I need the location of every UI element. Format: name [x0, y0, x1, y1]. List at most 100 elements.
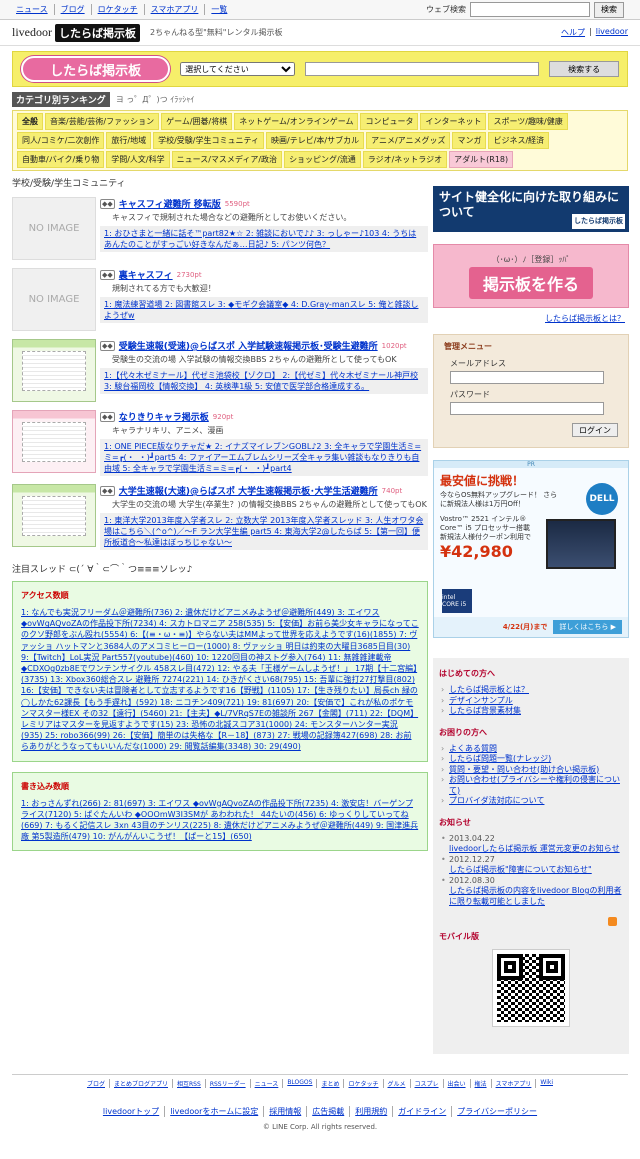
site-logo[interactable]: livedoor したらば掲示板 [12, 23, 140, 42]
footer-service-link[interactable]: 権法 [471, 1079, 492, 1088]
board-search-button[interactable]: 検索する [549, 61, 619, 77]
board-name[interactable]: 大学生速報(大速)@らばスポ 大学生速報掲示板･大学生活避難所 [119, 484, 378, 497]
sidebar-link[interactable]: したらば問題一覧(ナレッジ) [449, 754, 551, 763]
sidebar-link[interactable]: よくある質問 [449, 744, 497, 753]
livedoor-link[interactable]: livedoor [596, 27, 628, 38]
category-select[interactable]: 選択してください [180, 62, 295, 76]
news-link[interactable]: livedoorしたらば掲示板 運営元変更のお知らせ [449, 844, 620, 853]
thumbnail-preview-icon [22, 421, 86, 462]
section-title: 学校/受験/学生コミュニティ [12, 179, 126, 189]
footer-service-link[interactable]: Wiki [536, 1079, 557, 1088]
footer-corporate-link[interactable]: 採用情報 [264, 1106, 308, 1117]
ad-subtitle: 今ならOS無料アップグレード！ さらに新規法人様は1万円Off！ [440, 491, 558, 508]
category-tab[interactable]: ショッピング/流通 [284, 151, 361, 168]
category-tab[interactable]: インターネット [420, 113, 487, 130]
board-thumbnail[interactable] [12, 410, 96, 473]
footer-corporate-link[interactable]: プライバシーポリシー [452, 1106, 542, 1117]
ad-more-button[interactable]: 詳しくはこちら ▶ [553, 620, 622, 634]
news-link[interactable]: したらば掲示板"障害についてお知らせ" [449, 865, 592, 874]
write-ranking-list[interactable]: 1: おっさんずれ(266) 2: 81(697) 3: エイワス ◆ovWgA… [21, 798, 419, 843]
board-thread-links[interactable]: 1: 魔法練習道場 2: 図書館スレ 3: ◆モギク会議室◆ 4: D.Gray… [104, 300, 418, 320]
news-date: 2012.08.30 [449, 875, 495, 885]
footer-service-link[interactable]: 出会い [444, 1079, 471, 1088]
footer-corporate-link[interactable]: livedoorをホームに設定 [165, 1106, 265, 1117]
footer-service-link[interactable]: まとめブログアプリ [110, 1079, 174, 1088]
footer-service-link[interactable]: RSSリーダー [206, 1079, 251, 1088]
category-tab[interactable]: ニュース/マスメディア/政治 [171, 151, 283, 168]
category-tab[interactable]: 学問/人文/科学 [106, 151, 170, 168]
category-tab[interactable]: アニメ/アニメグッズ [366, 132, 451, 149]
web-search-input[interactable] [470, 2, 590, 17]
footer-service-link[interactable]: ロケタッチ [344, 1079, 384, 1088]
footer-service-link[interactable]: グルメ [384, 1079, 411, 1088]
category-tab[interactable]: ビジネス/経済 [488, 132, 550, 149]
board-name[interactable]: キャスフィ避難所 移転版 [119, 197, 221, 210]
board-thread-links[interactable]: 1: ONE PIECE版なりチャだ★ 2: イナズマイレブンGOBL♪2 3:… [104, 442, 421, 473]
board-name[interactable]: 裏キャスフィ [119, 268, 173, 281]
category-tab[interactable]: コンピュータ [360, 113, 419, 130]
category-tab[interactable]: 映画/テレビ/本/サブカル [266, 132, 365, 149]
sidebar-link[interactable]: したらば掲示板とは？ [449, 685, 529, 694]
category-tab[interactable]: 旅行/地域 [106, 132, 152, 149]
top-nav-link[interactable]: 一覧 [205, 4, 233, 15]
rss-icon[interactable] [608, 917, 617, 926]
sidebar-link[interactable]: プロバイダ法対応について [449, 796, 544, 805]
footer-corporate-link[interactable]: 利用規約 [350, 1106, 394, 1117]
banner-logo[interactable]: したらば掲示板 [21, 56, 171, 82]
password-field[interactable] [450, 402, 604, 415]
board-name[interactable]: 受験生速報(受速)@らばスポ 入学試験速報掲示板･受験生避難所 [119, 339, 378, 352]
sidebar-link[interactable]: 質問・要望・問い合わせ(助け合い掲示板) [449, 765, 599, 774]
board-name[interactable]: なりきりキャラ掲示板 [119, 410, 209, 423]
main-content: 学校/受験/学生コミュニティ NO IMAGE ◆◆ キャスフィ避難所 移転版 559… [12, 176, 428, 861]
board-thumbnail[interactable]: NO IMAGE [12, 197, 96, 260]
sidebar-link[interactable]: デザインサンプル [449, 696, 513, 705]
top-nav-link[interactable]: ロケタッチ [92, 4, 145, 15]
health-banner[interactable]: サイト健全化に向けた取り組みについて したらば掲示板 [433, 186, 629, 232]
email-field[interactable] [450, 371, 604, 384]
category-tab[interactable]: ラジオ/ネットラジオ [362, 151, 448, 168]
board-search-input[interactable] [304, 62, 540, 76]
web-search-button[interactable]: 検索 [594, 1, 624, 18]
sidebar-link[interactable]: お問い合わせ(プライバシーや権利の侵害について) [449, 775, 620, 795]
top-nav-link[interactable]: ブログ [55, 4, 92, 15]
footer-service-link[interactable]: まとめ [317, 1079, 345, 1088]
footer-service-link[interactable]: ブログ [83, 1079, 110, 1088]
footer-service-link[interactable]: コスプレ [411, 1079, 444, 1088]
sidebar-link-item: したらば掲示板とは？ [439, 685, 623, 696]
category-tab[interactable]: 音楽/芸能/芸術/ファッション [45, 113, 160, 130]
category-tab[interactable]: マンガ [452, 132, 487, 149]
category-tab[interactable]: ネットゲーム/オンラインゲーム [234, 113, 359, 130]
category-tab[interactable]: 同人/コミケ/二次創作 [17, 132, 105, 149]
board-thread-links[interactable]: 1: 東洋大学2013年度入学者スレ 2: 立数大学 2013年度入学者スレッド… [104, 516, 423, 547]
what-is-link[interactable]: したらば掲示板とは？ [545, 314, 625, 323]
footer-corporate-link[interactable]: ガイドライン [393, 1106, 453, 1117]
board-thread-links[interactable]: 1:【代々木ゼミナール】代ゼミ池袋校【ゾクロ】 2:【代ゼミ】代々木ゼミナール神… [104, 371, 418, 391]
login-button[interactable]: ログイン [572, 423, 618, 437]
category-tab[interactable]: 全般 [17, 113, 43, 130]
sidebar-link[interactable]: したらば背景素材集 [449, 706, 521, 715]
board-thumbnail[interactable] [12, 484, 96, 547]
advertisement[interactable]: PR 最安値に挑戦！ 今ならOS無料アップグレード！ さらに新規法人様は1万円O… [433, 460, 629, 638]
category-tab[interactable]: ゲーム/囲碁/将棋 [161, 113, 233, 130]
news-link[interactable]: したらば掲示板の内容をlivedoor Blogの利用者に限り転載可能としました [449, 886, 621, 906]
access-ranking-box: アクセス数順 1: なんでも実況フリーダム＠避難所(736) 2: 遺休だけどア… [12, 581, 428, 762]
info-box: はじめての方へ したらば掲示板とは？ デザインサンプルしたらば背景素材集 お困りの… [433, 658, 629, 1054]
footer-corporate-link[interactable]: livedoorトップ [98, 1106, 166, 1117]
access-ranking-list[interactable]: 1: なんでも実況フリーダム＠避難所(736) 2: 遺休だけどアニメみようぜ＠… [21, 607, 419, 753]
board-thumbnail[interactable] [12, 339, 96, 402]
top-nav-link[interactable]: スマホアプリ [145, 4, 206, 15]
help-link[interactable]: ヘルプ [561, 27, 585, 38]
top-nav-link[interactable]: ニュース [16, 4, 55, 15]
footer-service-link[interactable]: ニュース [251, 1079, 284, 1088]
footer-service-link[interactable]: スマホアプリ [492, 1079, 537, 1088]
footer-corporate-link[interactable]: 広告掲載 [307, 1106, 351, 1117]
category-tab[interactable]: 自動車/バイク/乗り物 [17, 151, 105, 168]
category-tab[interactable]: アダルト(R18) [449, 151, 514, 168]
category-tab[interactable]: スポーツ/趣味/健康 [488, 113, 568, 130]
create-board-button[interactable]: （･ω･）ﾉ［登録］ｯﾊﾟ 掲示板を作る [433, 244, 629, 308]
board-thread-links[interactable]: 1: おひさまと一緒に話そ™part82★☆ 2: 雑談においで♪♪ 3: っし… [104, 229, 416, 249]
board-thumbnail[interactable]: NO IMAGE [12, 268, 96, 331]
footer-service-link[interactable]: BLOGOS [283, 1079, 318, 1088]
footer-service-link[interactable]: 相互RSS [173, 1079, 206, 1088]
category-tab[interactable]: 学校/受験/学生コミュニティ [153, 132, 265, 149]
